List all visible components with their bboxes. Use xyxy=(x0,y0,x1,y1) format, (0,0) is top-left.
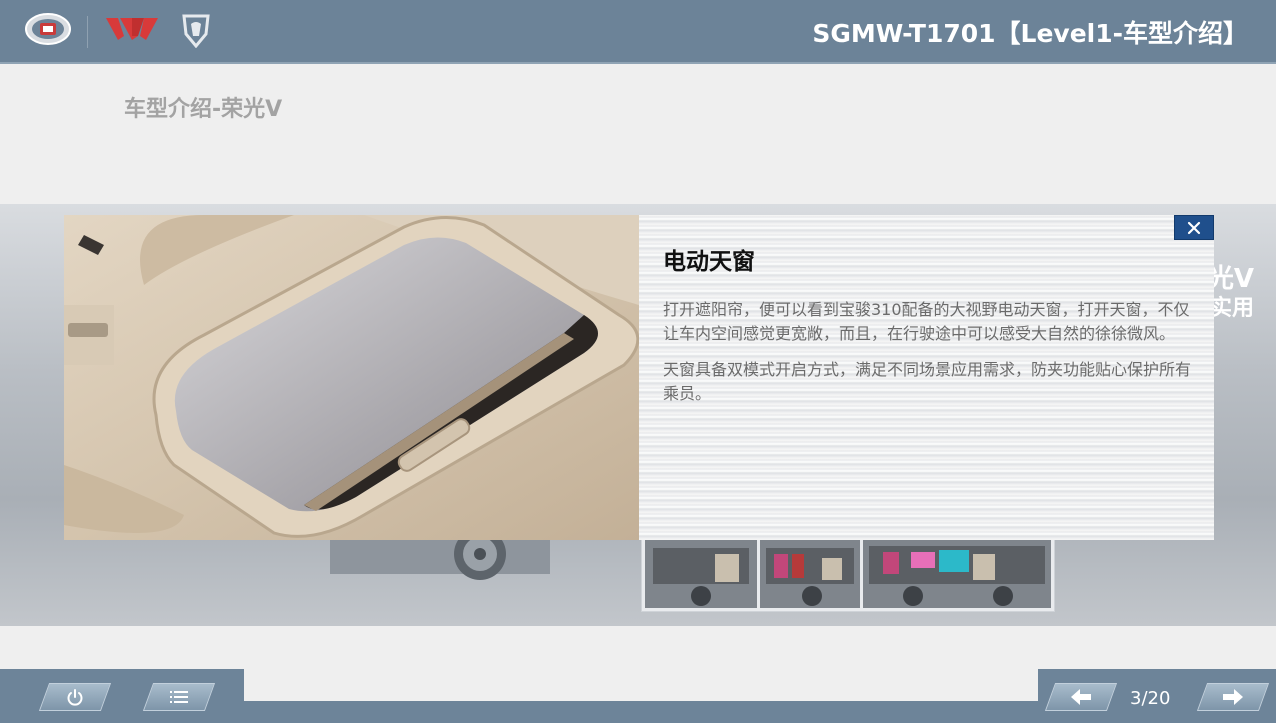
menu-button[interactable] xyxy=(142,683,216,711)
popup-paragraph: 打开遮阳帘，便可以看到宝骏310配备的大视野电动天窗，打开天窗，不仅让车内空间感… xyxy=(663,300,1190,343)
arrow-left-icon xyxy=(1071,689,1091,705)
thumbnail-seats-1[interactable] xyxy=(645,540,757,608)
next-page-button[interactable] xyxy=(1196,683,1270,711)
sunroof-image xyxy=(64,215,639,540)
popup-text-panel: 电动天窗 打开遮阳帘，便可以看到宝骏310配备的大视野电动天窗，打开天窗，不仅让… xyxy=(639,215,1214,540)
previous-page-button[interactable] xyxy=(1044,683,1118,711)
slide-side-subtitle: 实用 xyxy=(1209,296,1254,321)
feature-popup: 电动天窗 打开遮阳帘，便可以看到宝骏310配备的大视野电动天窗，打开天窗，不仅让… xyxy=(64,215,1214,540)
sgmw-logo xyxy=(25,13,71,45)
baojun-logo xyxy=(182,14,210,48)
page-indicator: 3/20 xyxy=(1130,688,1171,709)
thumbnail-cargo[interactable] xyxy=(863,540,1051,608)
popup-paragraph: 天窗具备双模式开启方式，满足不同场景应用需求，防夹功能贴心保护所有乘员。 xyxy=(663,360,1192,403)
footer-notch xyxy=(244,669,1038,701)
power-button[interactable] xyxy=(38,683,112,711)
menu-icon xyxy=(170,691,188,703)
popup-body: 打开遮阳帘，便可以看到宝骏310配备的大视野电动天窗，打开天窗，不仅让车内空间感… xyxy=(663,298,1193,418)
course-title: SGMW-T1701【Level1-车型介绍】 xyxy=(812,19,1248,48)
wuling-logo xyxy=(106,18,158,40)
logo-divider xyxy=(87,16,88,48)
close-button[interactable] xyxy=(1174,215,1214,240)
header-bar: SGMW-T1701【Level1-车型介绍】 xyxy=(0,0,1276,64)
close-icon xyxy=(1187,221,1201,234)
thumbnail-seats-2[interactable] xyxy=(760,540,860,608)
interior-thumbnails xyxy=(641,536,1055,612)
page-title: 车型介绍-荣光V xyxy=(124,97,283,122)
popup-title: 电动天窗 xyxy=(663,249,755,275)
arrow-right-icon xyxy=(1223,689,1243,705)
power-icon xyxy=(67,689,83,706)
